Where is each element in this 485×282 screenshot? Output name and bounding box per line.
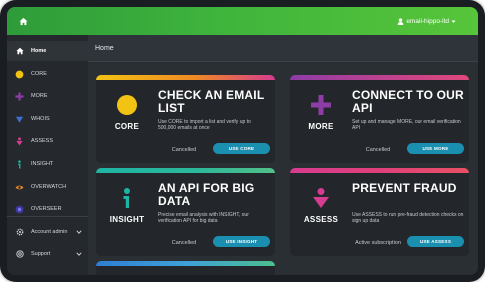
sidebar-item-insight[interactable]: INSIGHT (7, 154, 88, 174)
card-accent-stripe (96, 261, 275, 266)
sidebar-item-home[interactable]: Home (7, 41, 88, 61)
caret-down-icon (451, 20, 456, 23)
overwatch-icon (15, 183, 24, 192)
top-bar: email-hippo-ltd (7, 7, 478, 35)
subscription-status: Cancelled (171, 240, 197, 246)
use-more-button[interactable]: USE MORE (407, 143, 464, 154)
user-account-name: email-hippo-ltd (406, 17, 449, 25)
home-icon (18, 17, 28, 25)
purple-plus-icon (15, 91, 24, 101)
sidebar-item-label: Account admin (31, 229, 68, 235)
card-title: CONNECT TO OUR API (352, 88, 464, 115)
card-description: Precise email analysis with INSIGHT, our… (158, 212, 249, 225)
whois-icon (15, 115, 24, 124)
card-accent-stripe (96, 168, 275, 173)
user-icon (398, 17, 404, 25)
card-badge-label: ASSESS (303, 215, 339, 224)
subscription-status: Cancelled (365, 147, 391, 153)
sidebar-item-whois[interactable]: WHOIS (7, 109, 88, 129)
product-card-insight: INSIGHT AN API FOR BIG DATA Precise emai… (96, 168, 275, 256)
sidebar-item-support[interactable]: Support (7, 244, 88, 264)
use-insight-button[interactable]: USE INSIGHT (213, 236, 270, 247)
user-menu[interactable]: email-hippo-ltd (397, 15, 456, 27)
chevron-down-icon (76, 252, 82, 256)
card-description: Use CORE to import a list and verify up … (158, 119, 251, 132)
sidebar-item-core[interactable]: CORE (7, 64, 88, 84)
page-title: Home (95, 45, 114, 52)
pink-arrow-down-icon (290, 184, 352, 212)
teal-i-icon (96, 184, 158, 212)
use-core-button[interactable]: USE CORE (213, 143, 270, 154)
use-assess-button[interactable]: USE ASSESS (407, 236, 464, 247)
sidebar-divider (7, 216, 88, 217)
product-card-assess: ASSESS PREVENT FRAUD Use ASSESS to run p… (290, 168, 469, 256)
sidebar-item-overwatch[interactable]: OVERWATCH (7, 177, 88, 197)
support-icon (15, 250, 24, 259)
card-title: PREVENT FRAUD (352, 181, 457, 195)
product-card-core: CORE CHECK AN EMAIL LIST Use CORE to imp… (96, 75, 275, 163)
subscription-status: Cancelled (171, 147, 197, 153)
card-badge-label: CORE (114, 122, 140, 131)
card-accent-stripe (96, 75, 275, 80)
subscription-status: Active subscription (355, 240, 401, 246)
sidebar-item-label: CORE (31, 71, 47, 77)
yellow-circle-icon (15, 70, 24, 79)
card-description: Use ASSESS to run pre-fraud detection ch… (352, 212, 464, 225)
card-badge-label: MORE (308, 122, 334, 131)
card-title: CHECK AN EMAIL LIST (158, 88, 265, 115)
teal-i-icon (15, 159, 24, 169)
gear-icon (15, 228, 24, 237)
sidebar-item-label: MORE (31, 93, 48, 99)
sidebar: Home CORE MORE WHOIS ASSESS INSIGHT OVER… (7, 35, 88, 275)
pink-arrow-down-icon (15, 137, 24, 146)
home-icon (15, 47, 24, 56)
sidebar-item-account-admin[interactable]: Account admin (7, 222, 88, 242)
card-badge-label: INSIGHT (109, 215, 145, 224)
product-card-partial (96, 261, 275, 275)
overseer-icon (15, 205, 24, 214)
sidebar-item-more[interactable]: MORE (7, 86, 88, 106)
purple-plus-icon (290, 91, 352, 119)
sidebar-item-label: OVERSEER (31, 206, 62, 212)
home-button[interactable] (16, 14, 30, 28)
sidebar-item-label: INSIGHT (31, 161, 54, 167)
sidebar-item-label: ASSESS (31, 138, 54, 144)
chevron-down-icon (76, 230, 82, 234)
app-screen: email-hippo-ltd Home CORE MORE WHOIS ASS… (7, 7, 478, 275)
card-accent-stripe (290, 75, 469, 80)
sidebar-item-assess[interactable]: ASSESS (7, 131, 88, 151)
sidebar-item-label: Home (31, 48, 47, 54)
product-card-more: MORE CONNECT TO OUR API Set up and manag… (290, 75, 469, 163)
card-title: AN API FOR BIG DATA (158, 181, 255, 208)
yellow-circle-icon (96, 91, 158, 119)
page-header: Home (88, 35, 478, 62)
sidebar-item-label: Support (31, 251, 51, 257)
main-content: Home CORE CHECK AN EMAIL LIST Use CORE t… (88, 35, 478, 275)
card-description: Set up and manage MORE, our email verifi… (352, 119, 461, 132)
sidebar-item-label: OVERWATCH (31, 184, 67, 190)
sidebar-item-label: WHOIS (31, 116, 50, 122)
card-accent-stripe (290, 168, 469, 173)
